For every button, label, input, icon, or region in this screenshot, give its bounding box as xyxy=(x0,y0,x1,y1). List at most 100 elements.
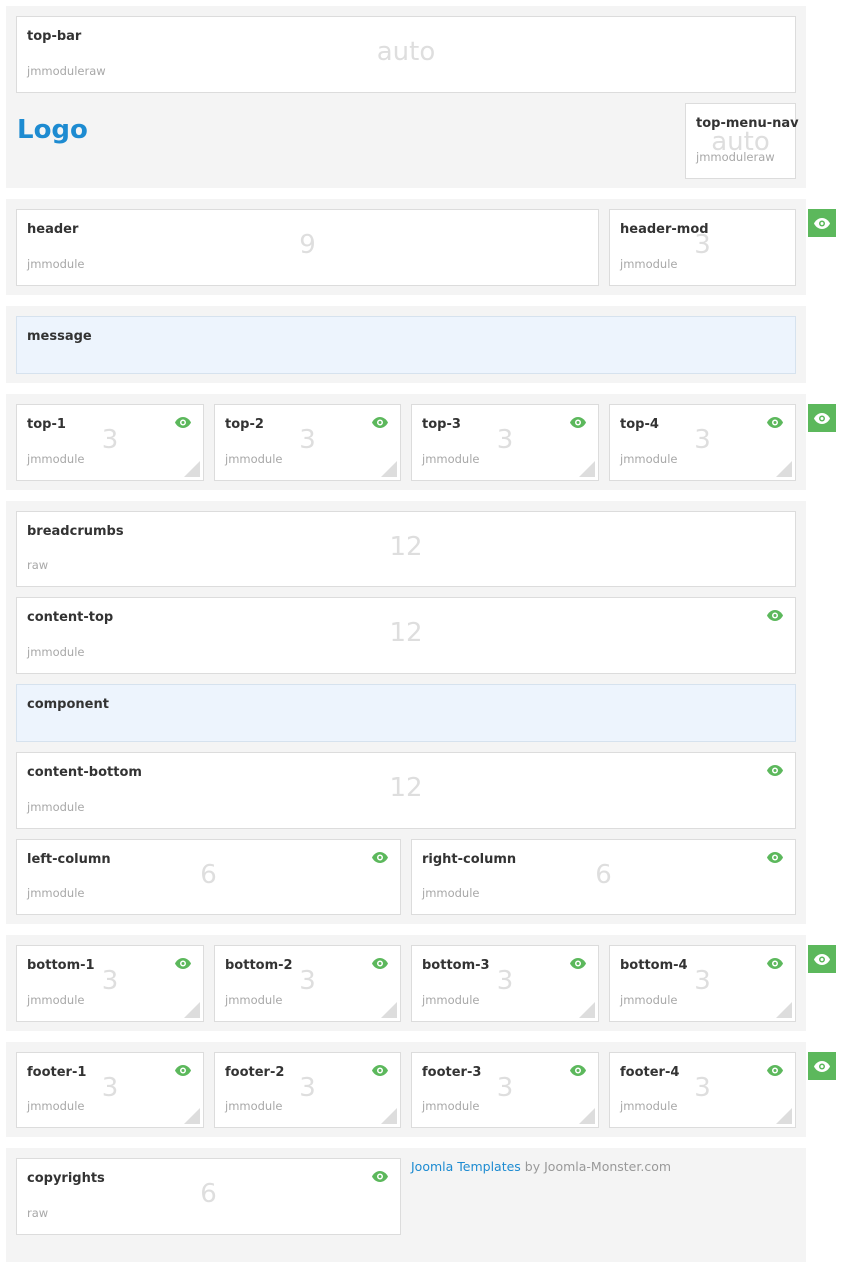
module-top-1[interactable]: top-1 3 jmmodule xyxy=(16,404,204,481)
resize-handle-icon[interactable] xyxy=(381,1002,397,1018)
resize-handle-icon[interactable] xyxy=(776,1108,792,1124)
module-footer-2[interactable]: footer-2 3 jmmodule xyxy=(214,1052,401,1128)
module-name: header xyxy=(27,222,79,237)
eye-icon[interactable] xyxy=(767,765,783,776)
module-type: jmmodule xyxy=(422,1099,480,1113)
footers-visibility-eye-icon[interactable] xyxy=(808,1052,836,1080)
resize-handle-icon[interactable] xyxy=(579,461,595,477)
module-type: jmmodule xyxy=(27,1099,85,1113)
module-name: top-2 xyxy=(225,417,264,432)
resize-handle-icon[interactable] xyxy=(184,1002,200,1018)
eye-icon xyxy=(814,953,830,965)
eye-icon[interactable] xyxy=(372,852,388,863)
module-content-top[interactable]: content-top 12 jmmodule xyxy=(16,597,796,674)
module-span: 12 xyxy=(389,532,423,562)
module-breadcrumbs[interactable]: breadcrumbs 12 raw xyxy=(16,511,796,587)
module-name: message xyxy=(27,329,92,344)
module-content-bottom[interactable]: content-bottom 12 jmmodule xyxy=(16,752,796,829)
module-right-column[interactable]: right-column 6 jmmodule xyxy=(411,839,796,915)
eye-icon[interactable] xyxy=(767,852,783,863)
resize-handle-icon[interactable] xyxy=(579,1108,595,1124)
resize-handle-icon[interactable] xyxy=(381,461,397,477)
module-name: left-column xyxy=(27,852,111,867)
module-name: content-top xyxy=(27,610,114,625)
credit-text: Joomla Templates by Joomla-Monster.com xyxy=(411,1159,671,1174)
module-name: bottom-2 xyxy=(225,958,293,973)
module-top-2[interactable]: top-2 3 jmmodule xyxy=(214,404,401,481)
module-type: jmmodule xyxy=(27,257,85,271)
module-bottom-2[interactable]: bottom-2 3 jmmodule xyxy=(214,945,401,1022)
module-name: top-1 xyxy=(27,417,66,432)
top-section: top-bar auto jmmoduleraw top-menu-nav au… xyxy=(6,6,806,188)
header-visibility-eye-icon[interactable] xyxy=(808,209,836,237)
module-type: jmmodule xyxy=(27,886,85,900)
module-component[interactable]: component xyxy=(16,684,796,742)
module-span: auto xyxy=(376,37,436,67)
module-top-4[interactable]: top-4 3 jmmodule xyxy=(609,404,796,481)
copyrights-section: copyrights 6 raw xyxy=(6,1148,806,1262)
module-copyrights[interactable]: copyrights 6 raw xyxy=(16,1158,401,1235)
module-type: jmmodule xyxy=(422,886,480,900)
eye-icon[interactable] xyxy=(175,1065,191,1076)
eye-icon[interactable] xyxy=(767,417,783,428)
module-name: component xyxy=(27,697,109,712)
module-name: top-menu-nav xyxy=(696,116,799,131)
eye-icon[interactable] xyxy=(175,958,191,969)
module-name: top-4 xyxy=(620,417,659,432)
eye-icon[interactable] xyxy=(372,417,388,428)
module-type: jmmodule xyxy=(620,257,678,271)
eye-icon[interactable] xyxy=(372,1171,388,1182)
module-header-mod[interactable]: header-mod 3 jmmodule xyxy=(609,209,796,286)
module-name: content-bottom xyxy=(27,765,142,780)
module-name: right-column xyxy=(422,852,517,867)
module-type: jmmodule xyxy=(422,452,480,466)
joomla-templates-link[interactable]: Joomla Templates xyxy=(411,1159,521,1174)
module-bottom-4[interactable]: bottom-4 3 jmmodule xyxy=(609,945,796,1022)
logo[interactable]: Logo xyxy=(17,114,88,146)
resize-handle-icon[interactable] xyxy=(776,1002,792,1018)
module-footer-4[interactable]: footer-4 3 jmmodule xyxy=(609,1052,796,1128)
module-type: jmmodule xyxy=(27,993,85,1007)
module-type: raw xyxy=(27,558,49,572)
resize-handle-icon[interactable] xyxy=(579,1002,595,1018)
eye-icon[interactable] xyxy=(570,1065,586,1076)
module-left-column[interactable]: left-column 6 jmmodule xyxy=(16,839,401,915)
eye-icon[interactable] xyxy=(767,958,783,969)
eye-icon xyxy=(814,412,830,424)
module-message[interactable]: message xyxy=(16,316,796,374)
module-bottom-3[interactable]: bottom-3 3 jmmodule xyxy=(411,945,599,1022)
module-name: footer-1 xyxy=(27,1065,87,1080)
module-top-bar[interactable]: top-bar auto jmmoduleraw xyxy=(16,16,796,93)
resize-handle-icon[interactable] xyxy=(381,1108,397,1124)
bottoms-visibility-eye-icon[interactable] xyxy=(808,945,836,973)
eye-icon[interactable] xyxy=(175,417,191,428)
module-top-3[interactable]: top-3 3 jmmodule xyxy=(411,404,599,481)
module-type: jmmodule xyxy=(27,452,85,466)
message-section: message xyxy=(6,306,806,383)
eye-icon[interactable] xyxy=(767,610,783,621)
module-bottom-1[interactable]: bottom-1 3 jmmodule xyxy=(16,945,204,1022)
tops-visibility-eye-icon[interactable] xyxy=(808,404,836,432)
module-name: breadcrumbs xyxy=(27,524,124,539)
resize-handle-icon[interactable] xyxy=(184,1108,200,1124)
module-type: raw xyxy=(27,1206,49,1220)
module-top-menu-nav[interactable]: top-menu-nav auto jmmoduleraw xyxy=(685,103,799,179)
module-span: 9 xyxy=(299,230,316,260)
module-type: jmmodule xyxy=(620,993,678,1007)
resize-handle-icon[interactable] xyxy=(776,461,792,477)
eye-icon xyxy=(814,217,830,229)
eye-icon[interactable] xyxy=(767,1065,783,1076)
module-footer-1[interactable]: footer-1 3 jmmodule xyxy=(16,1052,204,1128)
eye-icon[interactable] xyxy=(570,958,586,969)
module-name: footer-3 xyxy=(422,1065,482,1080)
module-header[interactable]: header 9 jmmodule xyxy=(16,209,599,286)
eye-icon[interactable] xyxy=(570,417,586,428)
module-name: footer-2 xyxy=(225,1065,285,1080)
eye-icon[interactable] xyxy=(372,958,388,969)
module-type: jmmodule xyxy=(27,800,85,814)
module-footer-3[interactable]: footer-3 3 jmmodule xyxy=(411,1052,599,1128)
module-name: top-bar xyxy=(27,29,82,44)
resize-handle-icon[interactable] xyxy=(184,461,200,477)
eye-icon[interactable] xyxy=(372,1065,388,1076)
main-section: breadcrumbs 12 raw content-top 12 jmmodu… xyxy=(6,501,806,924)
